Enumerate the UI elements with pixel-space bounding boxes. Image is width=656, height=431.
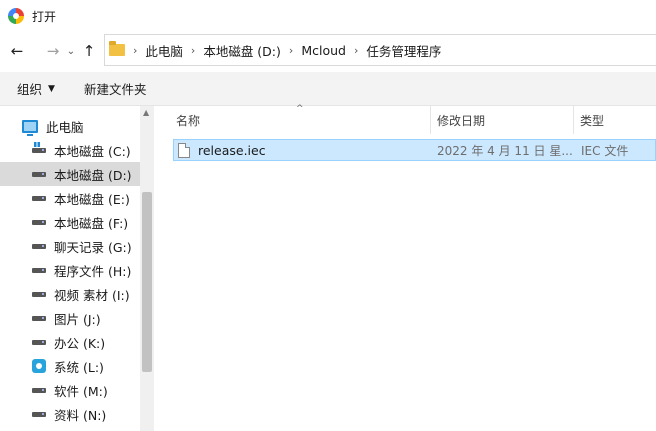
sidebar-item-label: 程序文件 (H:)	[54, 263, 132, 279]
sidebar-item-drive-j[interactable]: 图片 (J:)	[0, 306, 140, 330]
drive-icon	[32, 291, 46, 297]
sidebar-item-drive-e[interactable]: 本地磁盘 (E:)	[0, 186, 140, 210]
column-divider[interactable]	[430, 106, 431, 134]
navigation-bar: ← → ⌄ ↑ › 此电脑 › 本地磁盘 (D:) › Mcloud › 任务管…	[0, 33, 656, 69]
forward-arrow-icon[interactable]: →	[42, 37, 64, 65]
sidebar-item-drive-c[interactable]: 本地磁盘 (C:)	[0, 138, 140, 162]
new-folder-button[interactable]: 新建文件夹	[84, 79, 147, 98]
sidebar-item-drive-d[interactable]: 本地磁盘 (D:)	[0, 162, 140, 186]
color-wheel-icon	[8, 8, 24, 24]
sidebar-item-label: 视频 素材 (I:)	[54, 287, 130, 303]
up-arrow-icon[interactable]: ↑	[78, 37, 100, 65]
drive-icon	[32, 195, 46, 201]
sidebar-item-drive-h[interactable]: 程序文件 (H:)	[0, 258, 140, 282]
sidebar-item-label: 资料 (N:)	[54, 407, 107, 423]
breadcrumb-mcloud[interactable]: Mcloud	[301, 43, 346, 58]
address-bar[interactable]: › 此电脑 › 本地磁盘 (D:) › Mcloud › 任务管理程序	[104, 34, 656, 66]
breadcrumb-separator-icon[interactable]: ›	[125, 44, 145, 57]
drive-icon	[32, 315, 46, 321]
recent-locations-chevron-icon[interactable]: ⌄	[64, 37, 78, 65]
sidebar-item-label: 此电脑	[46, 119, 84, 135]
breadcrumb-separator-icon[interactable]: ›	[346, 44, 366, 57]
sidebar-item-drive-l[interactable]: 系统 (L:)	[0, 354, 140, 378]
breadcrumb-separator-icon[interactable]: ›	[281, 44, 301, 57]
system-drive-icon	[32, 141, 46, 153]
window-title: 打开	[32, 9, 57, 24]
organize-label: 组织	[17, 82, 43, 97]
file-row[interactable]: release.iec 2022 年 4 月 11 日 星... IEC 文件	[173, 139, 656, 161]
sort-ascending-icon: ^	[296, 104, 304, 114]
sidebar-scrollbar[interactable]: ▲	[140, 106, 154, 431]
command-toolbar: 组织 ▼ 新建文件夹	[0, 72, 656, 106]
drive-icon	[32, 171, 46, 177]
breadcrumb-separator-icon[interactable]: ›	[183, 44, 203, 57]
sidebar-item-label: 软件 (M:)	[54, 383, 108, 399]
sidebar-item-label: 本地磁盘 (D:)	[54, 167, 132, 183]
drive-icon	[32, 267, 46, 273]
sidebar-item-drive-g[interactable]: 聊天记录 (G:)	[0, 234, 140, 258]
drive-icon	[32, 219, 46, 225]
title-bar: 打开	[0, 0, 656, 32]
sidebar-item-this-pc[interactable]: 此电脑	[0, 114, 140, 138]
sidebar-item-label: 本地磁盘 (C:)	[54, 143, 131, 159]
breadcrumb-task-manager[interactable]: 任务管理程序	[366, 41, 441, 60]
disc-drive-icon	[32, 359, 46, 373]
file-name: release.iec	[198, 142, 266, 158]
sidebar-item-drive-m[interactable]: 软件 (M:)	[0, 378, 140, 402]
sidebar-item-label: 本地磁盘 (E:)	[54, 191, 130, 207]
column-header-date[interactable]: 修改日期	[437, 106, 485, 134]
column-divider[interactable]	[573, 106, 574, 134]
navigation-pane: 此电脑 本地磁盘 (C:) 本地磁盘 (D:) 本地磁盘 (E:) 本地磁盘 (…	[0, 106, 154, 431]
sidebar-item-label: 图片 (J:)	[54, 311, 101, 327]
file-type: IEC 文件	[581, 143, 629, 158]
organize-button[interactable]: 组织 ▼	[17, 79, 55, 98]
breadcrumb-this-pc[interactable]: 此电脑	[145, 41, 183, 60]
caret-down-icon: ▼	[48, 83, 55, 94]
sidebar-item-drive-i[interactable]: 视频 素材 (I:)	[0, 282, 140, 306]
breadcrumb-drive-d[interactable]: 本地磁盘 (D:)	[203, 41, 281, 60]
sidebar-item-drive-f[interactable]: 本地磁盘 (F:)	[0, 210, 140, 234]
drive-icon	[32, 387, 46, 393]
drive-icon	[32, 243, 46, 249]
sidebar-item-drive-k[interactable]: 办公 (K:)	[0, 330, 140, 354]
sidebar-item-label: 本地磁盘 (F:)	[54, 215, 129, 231]
file-icon	[178, 142, 190, 158]
open-file-dialog: 打开 ← → ⌄ ↑ › 此电脑 › 本地磁盘 (D:) › Mcloud › …	[0, 0, 656, 431]
sidebar-item-label: 办公 (K:)	[54, 335, 106, 351]
drive-icon	[32, 411, 46, 417]
sidebar-item-label: 聊天记录 (G:)	[54, 239, 132, 255]
back-arrow-icon[interactable]: ←	[6, 37, 28, 65]
file-date: 2022 年 4 月 11 日 星...	[437, 143, 573, 158]
sidebar-item-label: 系统 (L:)	[54, 359, 104, 375]
file-list: ^ 名称 修改日期 类型 release.iec 2022 年 4 月 11 日…	[160, 104, 656, 431]
sidebar-item-drive-n[interactable]: 资料 (N:)	[0, 402, 140, 426]
computer-icon	[22, 119, 38, 136]
column-header-type[interactable]: 类型	[580, 106, 604, 134]
drive-icon	[32, 339, 46, 345]
scrollbar-thumb[interactable]	[142, 192, 152, 372]
folder-icon	[109, 41, 125, 56]
scroll-up-arrow-icon[interactable]: ▲	[143, 108, 149, 117]
column-header-name[interactable]: 名称	[176, 106, 200, 134]
